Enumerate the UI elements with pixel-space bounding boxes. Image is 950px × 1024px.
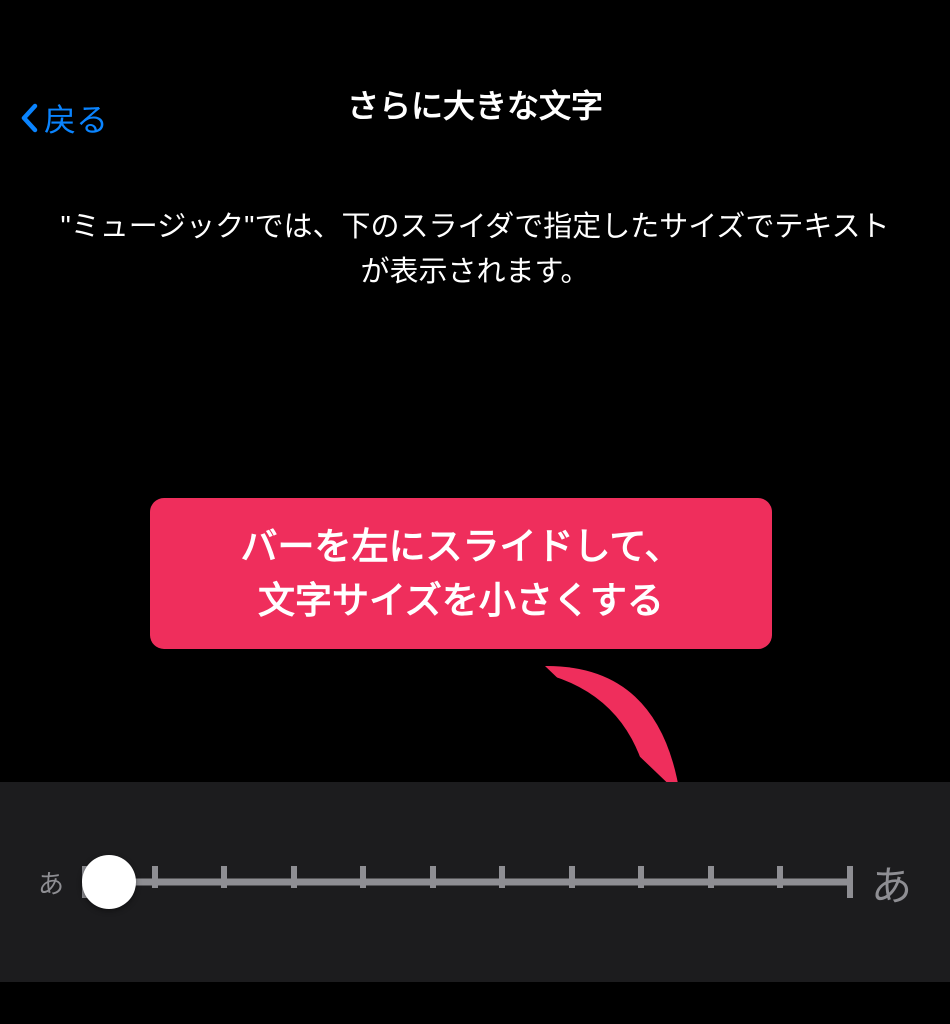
size-label-large: あ — [871, 852, 912, 912]
page-title: さらに大きな文字 — [347, 36, 603, 127]
text-size-slider-panel: あ あ — [0, 782, 950, 982]
callout-line-2: 文字サイズを小さくする — [180, 574, 742, 628]
back-label: 戻る — [44, 95, 108, 141]
back-button[interactable]: 戻る — [20, 95, 108, 141]
chevron-left-icon — [20, 103, 38, 133]
text-size-slider[interactable] — [82, 852, 853, 912]
slider-ticks — [82, 866, 853, 898]
size-label-small: あ — [38, 864, 64, 901]
instruction-callout: バーを左にスライドして、 文字サイズを小さくする — [150, 498, 772, 649]
callout-line-1: バーを左にスライドして、 — [180, 520, 742, 574]
nav-header: 戻る さらに大きな文字 — [0, 0, 950, 90]
slider-thumb[interactable] — [82, 855, 136, 909]
